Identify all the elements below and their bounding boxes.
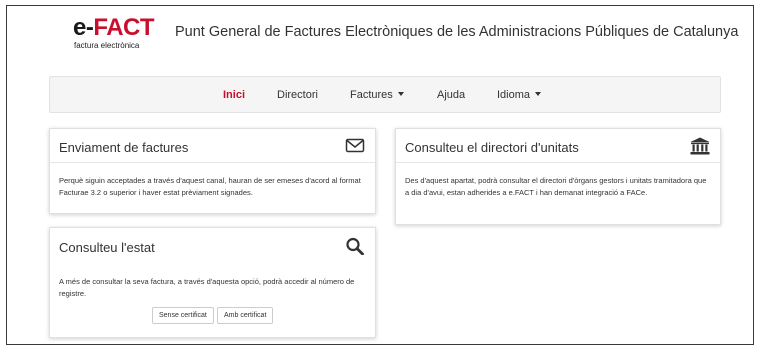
card-header: Consulteu el directori d'unitats: [396, 129, 720, 163]
logo-wordmark: e-FACT: [73, 14, 155, 41]
logo-subtitle: factura electrònica: [74, 41, 140, 50]
search-icon[interactable]: [345, 237, 365, 255]
card-text: Perquè siguin acceptades a través d'aque…: [59, 176, 361, 197]
amb-certificat-button[interactable]: Amb certificat: [217, 307, 274, 324]
chevron-down-icon: [535, 92, 542, 96]
card-header: Consulteu l'estat: [50, 228, 375, 262]
efact-logo[interactable]: e-FACT factura electrònica: [73, 16, 159, 52]
page-frame: e-FACT factura electrònica Punt General …: [6, 5, 754, 345]
card-enviament: Enviament de factures Perquè siguin acce…: [49, 128, 376, 214]
card-text: A més de consultar la seva factura, a tr…: [59, 277, 355, 298]
card-estat: Consulteu l'estat A més de consultar la …: [49, 227, 376, 338]
card-text: Des d'aquest apartat, podrà consultar el…: [405, 176, 707, 197]
chevron-down-icon: [397, 92, 404, 96]
nav-item-directori[interactable]: Directori: [277, 89, 318, 101]
page-title: Punt General de Factures Electròniques d…: [175, 24, 739, 40]
envelope-icon[interactable]: [345, 137, 365, 155]
card-header: Enviament de factures: [50, 129, 375, 163]
main-navbar: Inici Directori Factures Ajuda Idioma: [49, 76, 721, 113]
sense-certificat-button[interactable]: Sense certificat: [152, 307, 214, 324]
nav-item-inici[interactable]: Inici: [223, 89, 245, 101]
certificate-buttons: Sense certificat Amb certificat: [50, 307, 375, 325]
institution-icon[interactable]: [690, 137, 710, 155]
card-directori: Consulteu el directori d'unitats Des d'a…: [395, 128, 721, 225]
nav-item-factures[interactable]: Factures: [350, 89, 404, 101]
nav-item-ajuda[interactable]: Ajuda: [437, 89, 465, 101]
card-title: Consulteu l'estat: [59, 240, 155, 255]
card-title: Consulteu el directori d'unitats: [405, 140, 579, 155]
card-title: Enviament de factures: [59, 140, 189, 155]
nav-item-idioma[interactable]: Idioma: [497, 89, 542, 101]
